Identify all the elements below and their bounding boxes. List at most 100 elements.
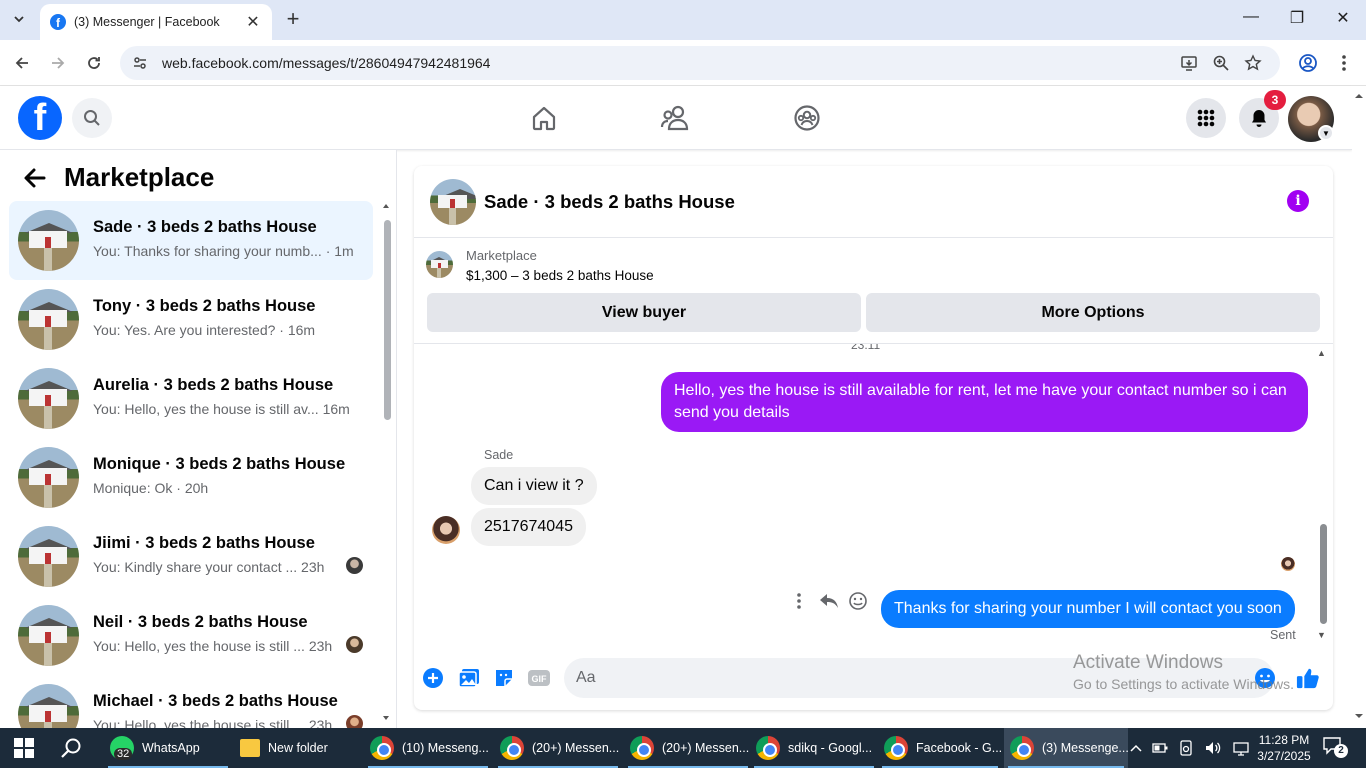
browser-menu-button[interactable] <box>1331 50 1357 76</box>
message-input[interactable] <box>564 658 1274 698</box>
reload-button[interactable] <box>81 50 107 76</box>
menu-grid-button[interactable] <box>1186 98 1226 138</box>
forward-button[interactable] <box>45 50 71 76</box>
react-smiley-icon[interactable] <box>848 591 868 611</box>
taskbar-window-chrome[interactable]: (10) Messeng... <box>364 728 492 768</box>
conversation-item[interactable]: Sade · 3 beds 2 baths House You: Thanks … <box>9 201 373 280</box>
sender-name: Sade <box>484 448 514 462</box>
account-circle-icon <box>1299 54 1317 72</box>
taskbar-item-label: Facebook - G... <box>916 741 1003 755</box>
conversation-item[interactable]: Monique · 3 beds 2 baths House Monique: … <box>9 438 373 517</box>
browser-toolbar: web.facebook.com/messages/t/286049479424… <box>0 40 1366 86</box>
listing-thumbnail <box>18 684 79 728</box>
conversation-name: Jiimi · 3 beds 2 baths House <box>93 534 315 552</box>
info-icon[interactable]: i <box>1287 190 1309 212</box>
reply-icon[interactable] <box>818 592 840 610</box>
more-options-button[interactable]: More Options <box>866 293 1320 332</box>
message-bubble-incoming[interactable]: 2517674045 <box>471 508 586 546</box>
action-center-button[interactable]: 2 <box>1322 736 1348 760</box>
nav-home[interactable] <box>528 102 560 134</box>
install-app-icon[interactable] <box>1180 54 1198 72</box>
taskbar-item-label: (10) Messeng... <box>402 741 489 755</box>
chat-scroll-down-icon[interactable]: ▼ <box>1317 630 1326 640</box>
message-timestamp: 23:11 <box>851 344 881 352</box>
chat-listing-avatar[interactable] <box>430 179 476 225</box>
device-icon[interactable] <box>1178 740 1194 756</box>
more-vertical-icon <box>1342 55 1346 71</box>
taskbar-window-chrome-active[interactable]: (3) Messenge... <box>1004 728 1129 768</box>
start-button[interactable] <box>14 728 34 768</box>
bookmark-star-icon[interactable] <box>1244 54 1262 72</box>
listing-thumbnail <box>18 368 79 429</box>
listing-thumbnail <box>18 210 79 271</box>
folder-icon <box>240 739 260 757</box>
volume-icon[interactable] <box>1204 740 1222 756</box>
back-arrow-icon[interactable] <box>22 165 48 191</box>
message-bubble-incoming[interactable]: Can i view it ? <box>471 467 597 505</box>
conversation-item[interactable]: Jiimi · 3 beds 2 baths House You: Kindly… <box>9 517 373 596</box>
like-thumbs-up-icon[interactable] <box>1296 666 1320 690</box>
profile-button[interactable] <box>1295 50 1321 76</box>
restore-button[interactable]: ❐ <box>1282 8 1312 28</box>
taskbar-window-chrome[interactable]: Facebook - G... <box>878 728 1002 768</box>
taskbar-window-chrome[interactable]: sdikq - Googl... <box>750 728 878 768</box>
sidebar-title: Marketplace <box>64 162 215 192</box>
network-icon[interactable] <box>1232 740 1250 756</box>
sender-avatar[interactable] <box>432 516 460 544</box>
listing-price-title[interactable]: $1,300 – 3 beds 2 baths House <box>466 268 654 283</box>
chat-scroll-up-icon[interactable]: ▲ <box>1317 348 1326 358</box>
sidebar-scroll-thumb[interactable] <box>384 220 391 420</box>
taskbar-app-file-explorer[interactable]: New folder <box>234 728 362 768</box>
account-chevron-down-icon[interactable]: ▼ <box>1318 125 1334 141</box>
reload-icon <box>88 57 100 69</box>
back-button[interactable] <box>9 50 35 76</box>
conversation-item[interactable]: Neil · 3 beds 2 baths House You: Hello, … <box>9 596 373 675</box>
chevron-up-icon[interactable] <box>1130 743 1142 753</box>
conversation-item[interactable]: Michael · 3 beds 2 baths House You: Hell… <box>9 675 373 728</box>
gif-icon[interactable]: GIF <box>527 666 551 690</box>
seen-avatar <box>346 557 363 574</box>
more-actions-plus-icon[interactable] <box>421 666 445 690</box>
taskbar-window-chrome[interactable]: (20+) Messen... <box>624 728 752 768</box>
browser-tab-active[interactable]: f (3) Messenger | Facebook ✕ <box>40 4 272 40</box>
facebook-favicon-icon: f <box>50 14 66 30</box>
taskbar-window-chrome[interactable]: (20+) Messen... <box>494 728 622 768</box>
listing-thumbnail <box>426 251 453 278</box>
nav-groups[interactable] <box>791 102 823 134</box>
clock-time: 11:28 PM <box>1258 733 1310 747</box>
attach-photo-icon[interactable] <box>457 666 481 690</box>
conversation-item[interactable]: Aurelia · 3 beds 2 baths House You: Hell… <box>9 359 373 438</box>
emoji-icon[interactable] <box>1253 666 1277 690</box>
facebook-logo-icon[interactable]: f <box>18 96 62 140</box>
taskbar-app-whatsapp[interactable]: WhatsApp 32 <box>104 728 232 768</box>
chat-scroll-thumb[interactable] <box>1320 524 1327 624</box>
message-bubble-outgoing[interactable]: Hello, yes the house is still available … <box>661 372 1308 432</box>
address-bar[interactable]: web.facebook.com/messages/t/286049479424… <box>120 46 1280 80</box>
tab-close-icon[interactable]: ✕ <box>244 12 262 32</box>
facebook-search-button[interactable] <box>72 98 112 138</box>
minimize-button[interactable]: — <box>1236 8 1266 26</box>
svg-text:GIF: GIF <box>532 674 548 684</box>
conversation-snippet: Monique: Ok · 20h <box>93 480 209 496</box>
zoom-icon[interactable] <box>1212 54 1230 72</box>
view-buyer-button[interactable]: View buyer <box>427 293 861 332</box>
nav-friends[interactable] <box>659 102 691 134</box>
message-bubble-outgoing[interactable]: Thanks for sharing your number I will co… <box>881 590 1295 628</box>
taskbar-clock[interactable]: 11:28 PM 3/27/2025 <box>1254 732 1314 764</box>
conversation-item[interactable]: Tony · 3 beds 2 baths House You: Yes. Ar… <box>9 280 373 359</box>
taskbar-item-label: (3) Messenge... <box>1042 741 1129 755</box>
whatsapp-unread-badge: 32 <box>114 748 133 760</box>
seen-avatar <box>346 636 363 653</box>
sticker-icon[interactable] <box>492 666 516 690</box>
tab-search-button[interactable] <box>6 6 32 32</box>
battery-icon[interactable] <box>1152 742 1168 754</box>
new-tab-button[interactable]: + <box>282 8 304 30</box>
search-icon <box>84 110 100 126</box>
page-scrollbar[interactable] <box>1352 86 1366 728</box>
more-vertical-icon[interactable] <box>792 592 806 610</box>
site-settings-icon[interactable] <box>132 55 148 71</box>
taskbar-search-button[interactable] <box>60 728 82 768</box>
chat-title[interactable]: Sade · 3 beds 2 baths House <box>484 191 735 213</box>
chrome-icon <box>756 736 780 760</box>
close-window-button[interactable]: ✕ <box>1328 8 1358 28</box>
